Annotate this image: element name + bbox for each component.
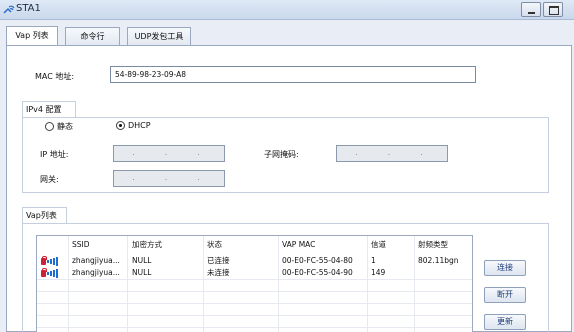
cell-vap-mac: 00-E0-FC-55-04-80 [282, 256, 353, 265]
table-row[interactable]: zhangjiyua... NULL 已连接 00-E0-FC-55-04-80… [37, 255, 472, 267]
header-ssid[interactable]: SSID [72, 239, 90, 251]
dhcp-radio-label: DHCP [128, 121, 151, 130]
vap-group-title: Vap列表 [22, 207, 67, 224]
cell-radio-type: 802.11bgn [418, 256, 459, 265]
cell-channel: 1 [371, 256, 376, 265]
cell-ssid: zhangjiyua... [72, 256, 120, 265]
radio-off-icon [45, 122, 54, 131]
lock-icon [41, 268, 47, 277]
row-divider [37, 279, 472, 280]
table-header: SSID 加密方式 状态 VAP MAC 信道 射频类型 [37, 239, 472, 251]
row-divider [37, 291, 472, 292]
signal-lock-icon [41, 256, 58, 266]
mac-address-field[interactable]: 54-89-98-23-09-A8 [110, 66, 476, 83]
refresh-button[interactable]: 更新 [484, 314, 526, 330]
row-divider [37, 327, 472, 328]
cell-channel: 149 [371, 268, 386, 277]
cell-status: 未连接 [207, 268, 230, 277]
header-radio-type[interactable]: 射频类型 [418, 239, 448, 251]
tab-udp-tool[interactable]: UDP发包工具 [127, 27, 191, 46]
minimize-button[interactable] [521, 2, 541, 17]
gateway-label: 网关: [40, 175, 59, 184]
row-divider [37, 315, 472, 316]
signal-lock-icon [41, 268, 58, 278]
maximize-button[interactable] [543, 2, 563, 17]
ipv4-group-title: IPv4 配置 [22, 101, 76, 118]
ip-address-field[interactable]: . . . [113, 145, 225, 162]
subnet-mask-field[interactable]: . . . [336, 145, 448, 162]
table-row[interactable]: zhangjiyua... NULL 未连接 00-E0-FC-55-04-90… [37, 267, 472, 279]
header-encryption[interactable]: 加密方式 [132, 239, 162, 251]
disconnect-button[interactable]: 断开 [484, 287, 526, 303]
cell-encryption: NULL [132, 268, 152, 277]
cell-ssid: zhangjiyua... [72, 268, 120, 277]
mac-label: MAC 地址: [35, 72, 75, 81]
tab-bar: Vap 列表 命令行 UDP发包工具 [0, 20, 574, 46]
connect-button[interactable]: 连接 [484, 260, 526, 276]
static-radio-label: 静态 [57, 122, 73, 131]
row-divider [37, 303, 472, 304]
gateway-field[interactable]: . . . [113, 170, 225, 187]
radio-on-icon [116, 121, 125, 130]
lock-icon [41, 256, 47, 265]
dhcp-radio[interactable]: DHCP [116, 121, 151, 130]
ip-label: IP 地址: [40, 150, 69, 159]
cell-status: 已连接 [207, 256, 230, 265]
tab-command-line[interactable]: 命令行 [65, 27, 120, 46]
title-bar: STA1 [0, 0, 574, 20]
app-icon [3, 5, 15, 14]
subnet-mask-label: 子网掩码: [264, 150, 299, 159]
cell-vap-mac: 00-E0-FC-55-04-90 [282, 268, 353, 277]
tab-vap-list[interactable]: Vap 列表 [6, 26, 58, 46]
cell-encryption: NULL [132, 256, 152, 265]
header-channel[interactable]: 信道 [371, 239, 386, 251]
vap-table: SSID 加密方式 状态 VAP MAC 信道 射频类型 zhangjiyua.… [36, 235, 473, 332]
static-radio[interactable]: 静态 [45, 121, 73, 132]
header-vap-mac[interactable]: VAP MAC [282, 239, 315, 251]
header-status[interactable]: 状态 [207, 239, 222, 251]
window-title: STA1 [16, 3, 41, 14]
